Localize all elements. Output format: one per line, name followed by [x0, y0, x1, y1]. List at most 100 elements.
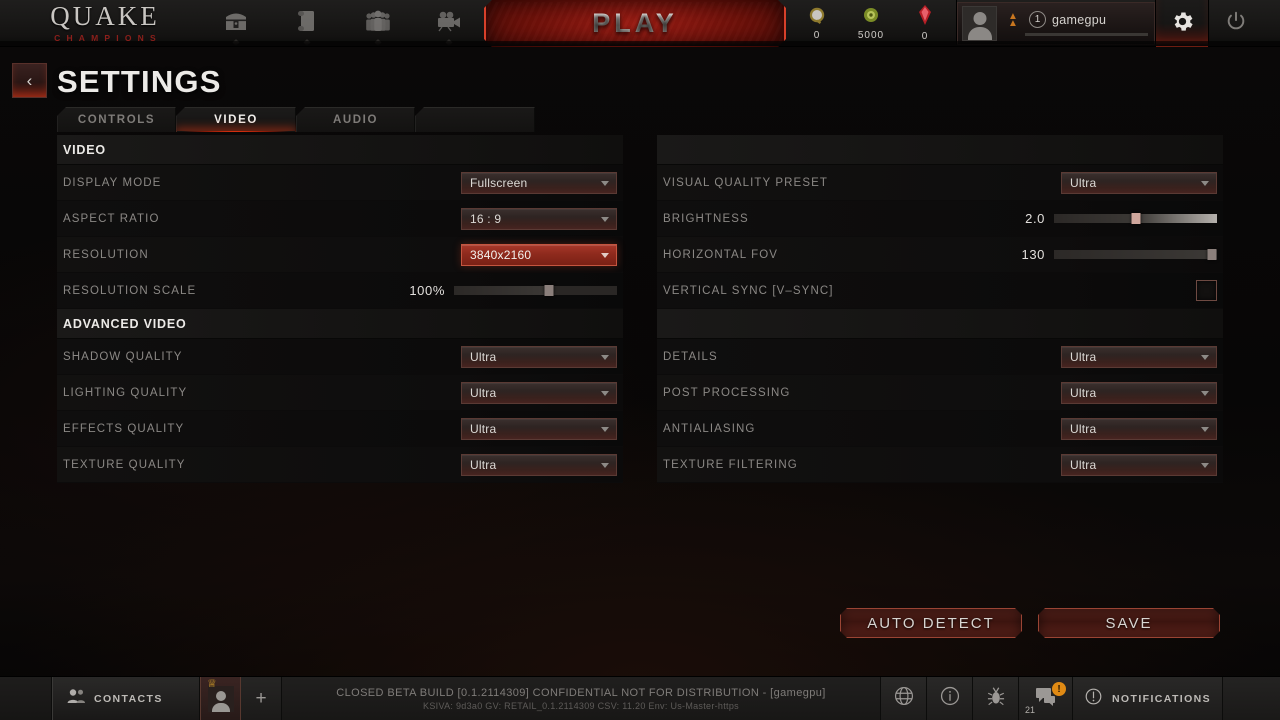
setting-row-resolution-scale[interactable]: RESOLUTION SCALE 100%	[57, 273, 623, 309]
setting-row-display-mode[interactable]: DISPLAY MODE Fullscreen	[57, 165, 623, 201]
tab-controls[interactable]: CONTROLS	[57, 107, 176, 132]
setting-label-visual-quality-preset: VISUAL QUALITY PRESET	[663, 176, 828, 189]
dropdown-effects-quality[interactable]: Ultra	[461, 417, 617, 440]
setting-label-horizontal-fov: HORIZONTAL FOV	[663, 248, 779, 261]
setting-row-brightness[interactable]: BRIGHTNESS 2.0	[657, 201, 1223, 237]
dropdown-display-mode[interactable]: Fullscreen	[461, 171, 617, 194]
build-info: CLOSED BETA BUILD [0.1.2114309] CONFIDEN…	[282, 677, 880, 720]
nav-loot-chest-button[interactable]	[200, 0, 271, 47]
shards-currency[interactable]: 0	[790, 6, 844, 41]
game-logo: QUAKE CHAMPIONS	[0, 0, 200, 46]
gear-icon	[1170, 9, 1195, 39]
setting-row-texture-filtering[interactable]: TEXTURE FILTERING Ultra	[657, 447, 1223, 483]
player-profile-button[interactable]: ▲ ▲ 1 gamegpu	[957, 2, 1155, 45]
setting-row-visual-quality-preset[interactable]: VISUAL QUALITY PRESET Ultra	[657, 165, 1223, 201]
chat-alert-badge: !	[1052, 682, 1066, 696]
add-friend-button[interactable]: +	[241, 677, 282, 720]
favor-icon	[862, 6, 880, 29]
shards-value: 0	[813, 30, 821, 41]
dropdown-value-details: Ultra	[1070, 349, 1097, 364]
tab-video[interactable]: VIDEO	[176, 107, 296, 132]
favor-currency[interactable]: 5000	[844, 6, 898, 41]
slider-thumb[interactable]	[544, 285, 554, 296]
setting-row-antialiasing[interactable]: ANTIALIASING Ultra	[657, 411, 1223, 447]
setting-label-texture-quality: TEXTURE QUALITY	[63, 458, 186, 471]
dropdown-shadow-quality[interactable]: Ultra	[461, 345, 617, 368]
setting-row-aspect-ratio[interactable]: ASPECT RATIO 16 : 9	[57, 201, 623, 237]
nav-champions-button[interactable]	[342, 0, 413, 47]
profile-details: ▲ ▲ 1 gamegpu	[1003, 11, 1154, 36]
avatar	[962, 6, 997, 41]
setting-value-resolution-scale: 100%	[409, 283, 445, 298]
shards-icon	[808, 6, 826, 29]
plus-icon: +	[255, 687, 267, 709]
slider-rest	[1135, 214, 1217, 223]
play-button[interactable]: PLAY	[484, 0, 786, 47]
language-button[interactable]	[880, 677, 926, 720]
bottom-bar-end-spacer	[1222, 677, 1280, 720]
player-name: gamegpu	[1052, 12, 1107, 27]
slider-horizontal-fov[interactable]	[1054, 249, 1217, 260]
chat-button[interactable]: ! 21	[1018, 677, 1072, 720]
setting-row-horizontal-fov[interactable]: HORIZONTAL FOV 130	[657, 237, 1223, 273]
slider-fill	[1054, 214, 1136, 223]
crystals-currency[interactable]: 0	[898, 5, 952, 42]
bug-report-button[interactable]	[972, 677, 1018, 720]
nav-replays-button[interactable]	[413, 0, 484, 47]
bottom-bar-spacer	[0, 677, 52, 720]
dropdown-details[interactable]: Ultra	[1061, 345, 1217, 368]
dropdown-texture-quality[interactable]: Ultra	[461, 453, 617, 476]
back-button[interactable]: ‹	[12, 63, 47, 98]
bottom-status-bar: CONTACTS ♕ + CLOSED BETA BUILD [0.1.2114…	[0, 676, 1280, 720]
setting-row-shadow-quality[interactable]: SHADOW QUALITY Ultra	[57, 339, 623, 375]
setting-label-shadow-quality: SHADOW QUALITY	[63, 350, 183, 363]
slider-thumb[interactable]	[1131, 213, 1140, 224]
contacts-button[interactable]: CONTACTS	[52, 677, 200, 720]
dropdown-antialiasing[interactable]: Ultra	[1061, 417, 1217, 440]
setting-label-vertical-sync: VERTICAL SYNC [V–SYNC]	[663, 284, 834, 297]
quake-champions-settings-screen: QUAKE CHAMPIONS PLAY 0 5000 0 ▲ ▲ 1 game…	[0, 0, 1280, 720]
chevron-down-icon	[601, 180, 609, 186]
build-info-line1: CLOSED BETA BUILD [0.1.2114309] CONFIDEN…	[336, 686, 826, 699]
dropdown-lighting-quality[interactable]: Ultra	[461, 381, 617, 404]
rank-chevron-icon-2: ▲	[1008, 17, 1018, 29]
nav-quests-button[interactable]	[271, 0, 342, 47]
tab-audio-label: AUDIO	[332, 114, 379, 126]
chevron-down-icon	[1201, 426, 1209, 432]
tab-empty[interactable]	[415, 107, 535, 132]
dropdown-visual-quality-preset[interactable]: Ultra	[1061, 171, 1217, 194]
setting-row-lighting-quality[interactable]: LIGHTING QUALITY Ultra	[57, 375, 623, 411]
dropdown-resolution[interactable]: 3840x2160	[461, 243, 617, 266]
setting-label-post-processing: POST PROCESSING	[663, 386, 791, 399]
info-button[interactable]	[926, 677, 972, 720]
exit-button[interactable]	[1209, 0, 1262, 47]
slider-brightness[interactable]	[1054, 213, 1217, 224]
auto-detect-button[interactable]: AUTO DETECT	[840, 608, 1022, 638]
dropdown-post-processing[interactable]: Ultra	[1061, 381, 1217, 404]
crown-icon: ♕	[207, 678, 217, 690]
friend-avatar-button[interactable]: ♕	[200, 677, 241, 720]
dropdown-texture-filtering[interactable]: Ultra	[1061, 453, 1217, 476]
setting-row-vertical-sync[interactable]: VERTICAL SYNC [V–SYNC]	[657, 273, 1223, 309]
setting-row-effects-quality[interactable]: EFFECTS QUALITY Ultra	[57, 411, 623, 447]
slider-resolution-scale[interactable]	[454, 285, 617, 296]
setting-row-texture-quality[interactable]: TEXTURE QUALITY Ultra	[57, 447, 623, 483]
chevron-down-icon	[1201, 390, 1209, 396]
notifications-button[interactable]: NOTIFICATIONS	[1072, 677, 1222, 720]
chevron-down-icon	[601, 354, 609, 360]
tab-controls-label: CONTROLS	[77, 114, 156, 126]
setting-value-brightness: 2.0	[1025, 211, 1045, 226]
setting-row-details[interactable]: DETAILS Ultra	[657, 339, 1223, 375]
camera-replays-icon	[436, 10, 462, 37]
setting-row-resolution[interactable]: RESOLUTION 3840x2160	[57, 237, 623, 273]
save-button[interactable]: SAVE	[1038, 608, 1220, 638]
slider-thumb[interactable]	[1207, 249, 1217, 260]
checkbox-vertical-sync[interactable]	[1196, 280, 1217, 301]
tab-audio[interactable]: AUDIO	[296, 107, 415, 132]
settings-button[interactable]	[1155, 0, 1209, 47]
dropdown-aspect-ratio[interactable]: 16 : 9	[461, 207, 617, 230]
setting-row-post-processing[interactable]: POST PROCESSING Ultra	[657, 375, 1223, 411]
currency-group: 0 5000 0	[786, 0, 957, 47]
setting-label-texture-filtering: TEXTURE FILTERING	[663, 458, 798, 471]
right-settings-column: VISUAL QUALITY PRESET Ultra BRIGHTNESS 2…	[657, 135, 1223, 483]
